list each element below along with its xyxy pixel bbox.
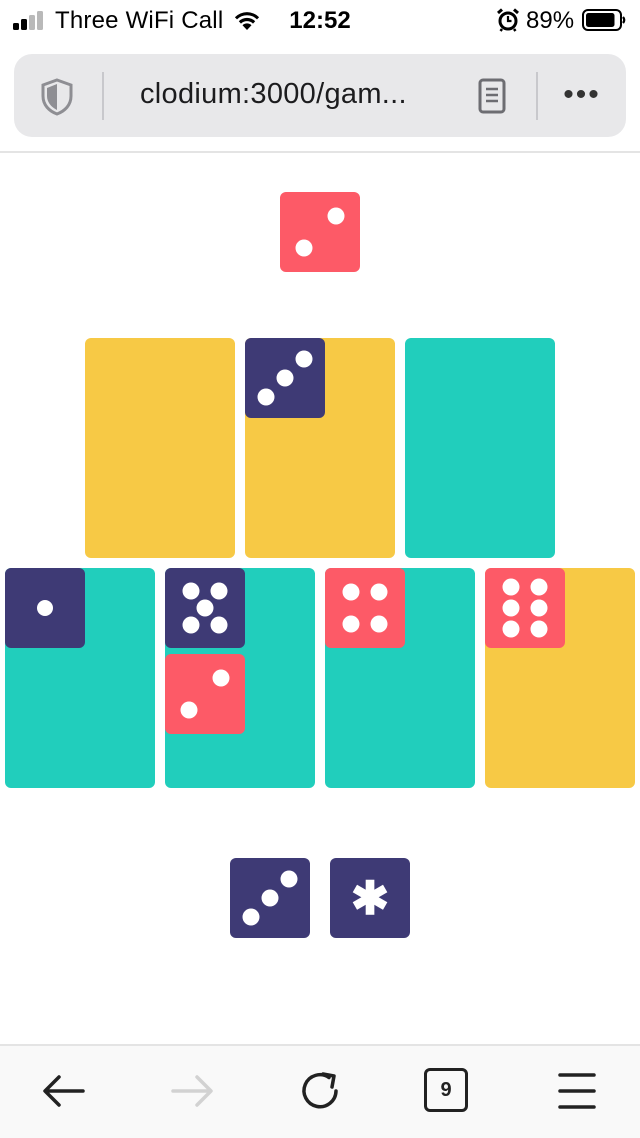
card-teal[interactable] xyxy=(405,338,555,558)
browser-url-bar-area: clodium:3000/gam... ••• xyxy=(0,40,640,153)
die-pip xyxy=(257,388,275,406)
die-pip xyxy=(212,669,230,687)
url-bar[interactable]: clodium:3000/gam... ••• xyxy=(14,54,626,137)
tabs-button[interactable]: 9 xyxy=(424,1068,468,1112)
die-pip xyxy=(530,620,548,638)
die-pip xyxy=(182,616,200,634)
die-pip xyxy=(37,600,53,616)
die-pip xyxy=(342,583,360,601)
die-pip xyxy=(210,616,228,634)
die-three[interactable] xyxy=(245,338,325,418)
die-pip xyxy=(276,369,294,387)
die-pip xyxy=(295,239,313,257)
back-icon[interactable] xyxy=(39,1066,89,1116)
wild-die[interactable]: ✱ xyxy=(330,858,410,938)
url-text[interactable]: clodium:3000/gam... xyxy=(140,78,407,111)
die-pip xyxy=(280,870,298,888)
die-face xyxy=(180,669,230,719)
shield-icon[interactable] xyxy=(40,78,74,116)
die-pip xyxy=(327,207,345,225)
more-icon[interactable]: ••• xyxy=(558,80,606,110)
status-bar: Three WiFi Call 12:52 89% xyxy=(0,0,640,40)
die-pip xyxy=(530,578,548,596)
die-face xyxy=(342,583,388,633)
die-face xyxy=(182,582,228,634)
die-pip xyxy=(502,578,520,596)
die-six[interactable] xyxy=(485,568,565,648)
url-divider xyxy=(536,72,538,120)
browser-toolbar: 9 xyxy=(0,1044,640,1138)
die-two[interactable] xyxy=(280,192,360,272)
die-face xyxy=(257,350,313,406)
url-divider xyxy=(102,72,104,120)
die-pip xyxy=(242,908,260,926)
die-pip xyxy=(210,582,228,600)
die-face xyxy=(242,870,298,926)
die-pip xyxy=(182,582,200,600)
die-one[interactable] xyxy=(5,568,85,648)
die-pip xyxy=(295,350,313,368)
reader-view-icon[interactable] xyxy=(478,78,506,114)
menu-icon[interactable] xyxy=(552,1066,602,1116)
die-pip xyxy=(261,889,279,907)
die-five[interactable] xyxy=(165,568,245,648)
die-pip xyxy=(180,701,198,719)
die-four[interactable] xyxy=(325,568,405,648)
die-face xyxy=(502,578,548,638)
die-pip xyxy=(196,599,214,617)
forward-icon[interactable] xyxy=(167,1066,217,1116)
battery-icon xyxy=(582,9,626,31)
die-pip xyxy=(370,583,388,601)
battery-percent: 89% xyxy=(526,7,575,34)
die-pip xyxy=(502,620,520,638)
die-pip xyxy=(370,615,388,633)
die-two[interactable] xyxy=(165,654,245,734)
alarm-icon xyxy=(497,8,519,32)
die-three[interactable] xyxy=(230,858,310,938)
reload-icon[interactable] xyxy=(296,1066,346,1116)
die-face xyxy=(295,207,345,257)
asterisk-icon: ✱ xyxy=(350,872,390,924)
die-pip xyxy=(530,599,548,617)
die-pip xyxy=(342,615,360,633)
die-pip xyxy=(502,599,520,617)
card-yellow[interactable] xyxy=(85,338,235,558)
die-face xyxy=(37,600,53,616)
